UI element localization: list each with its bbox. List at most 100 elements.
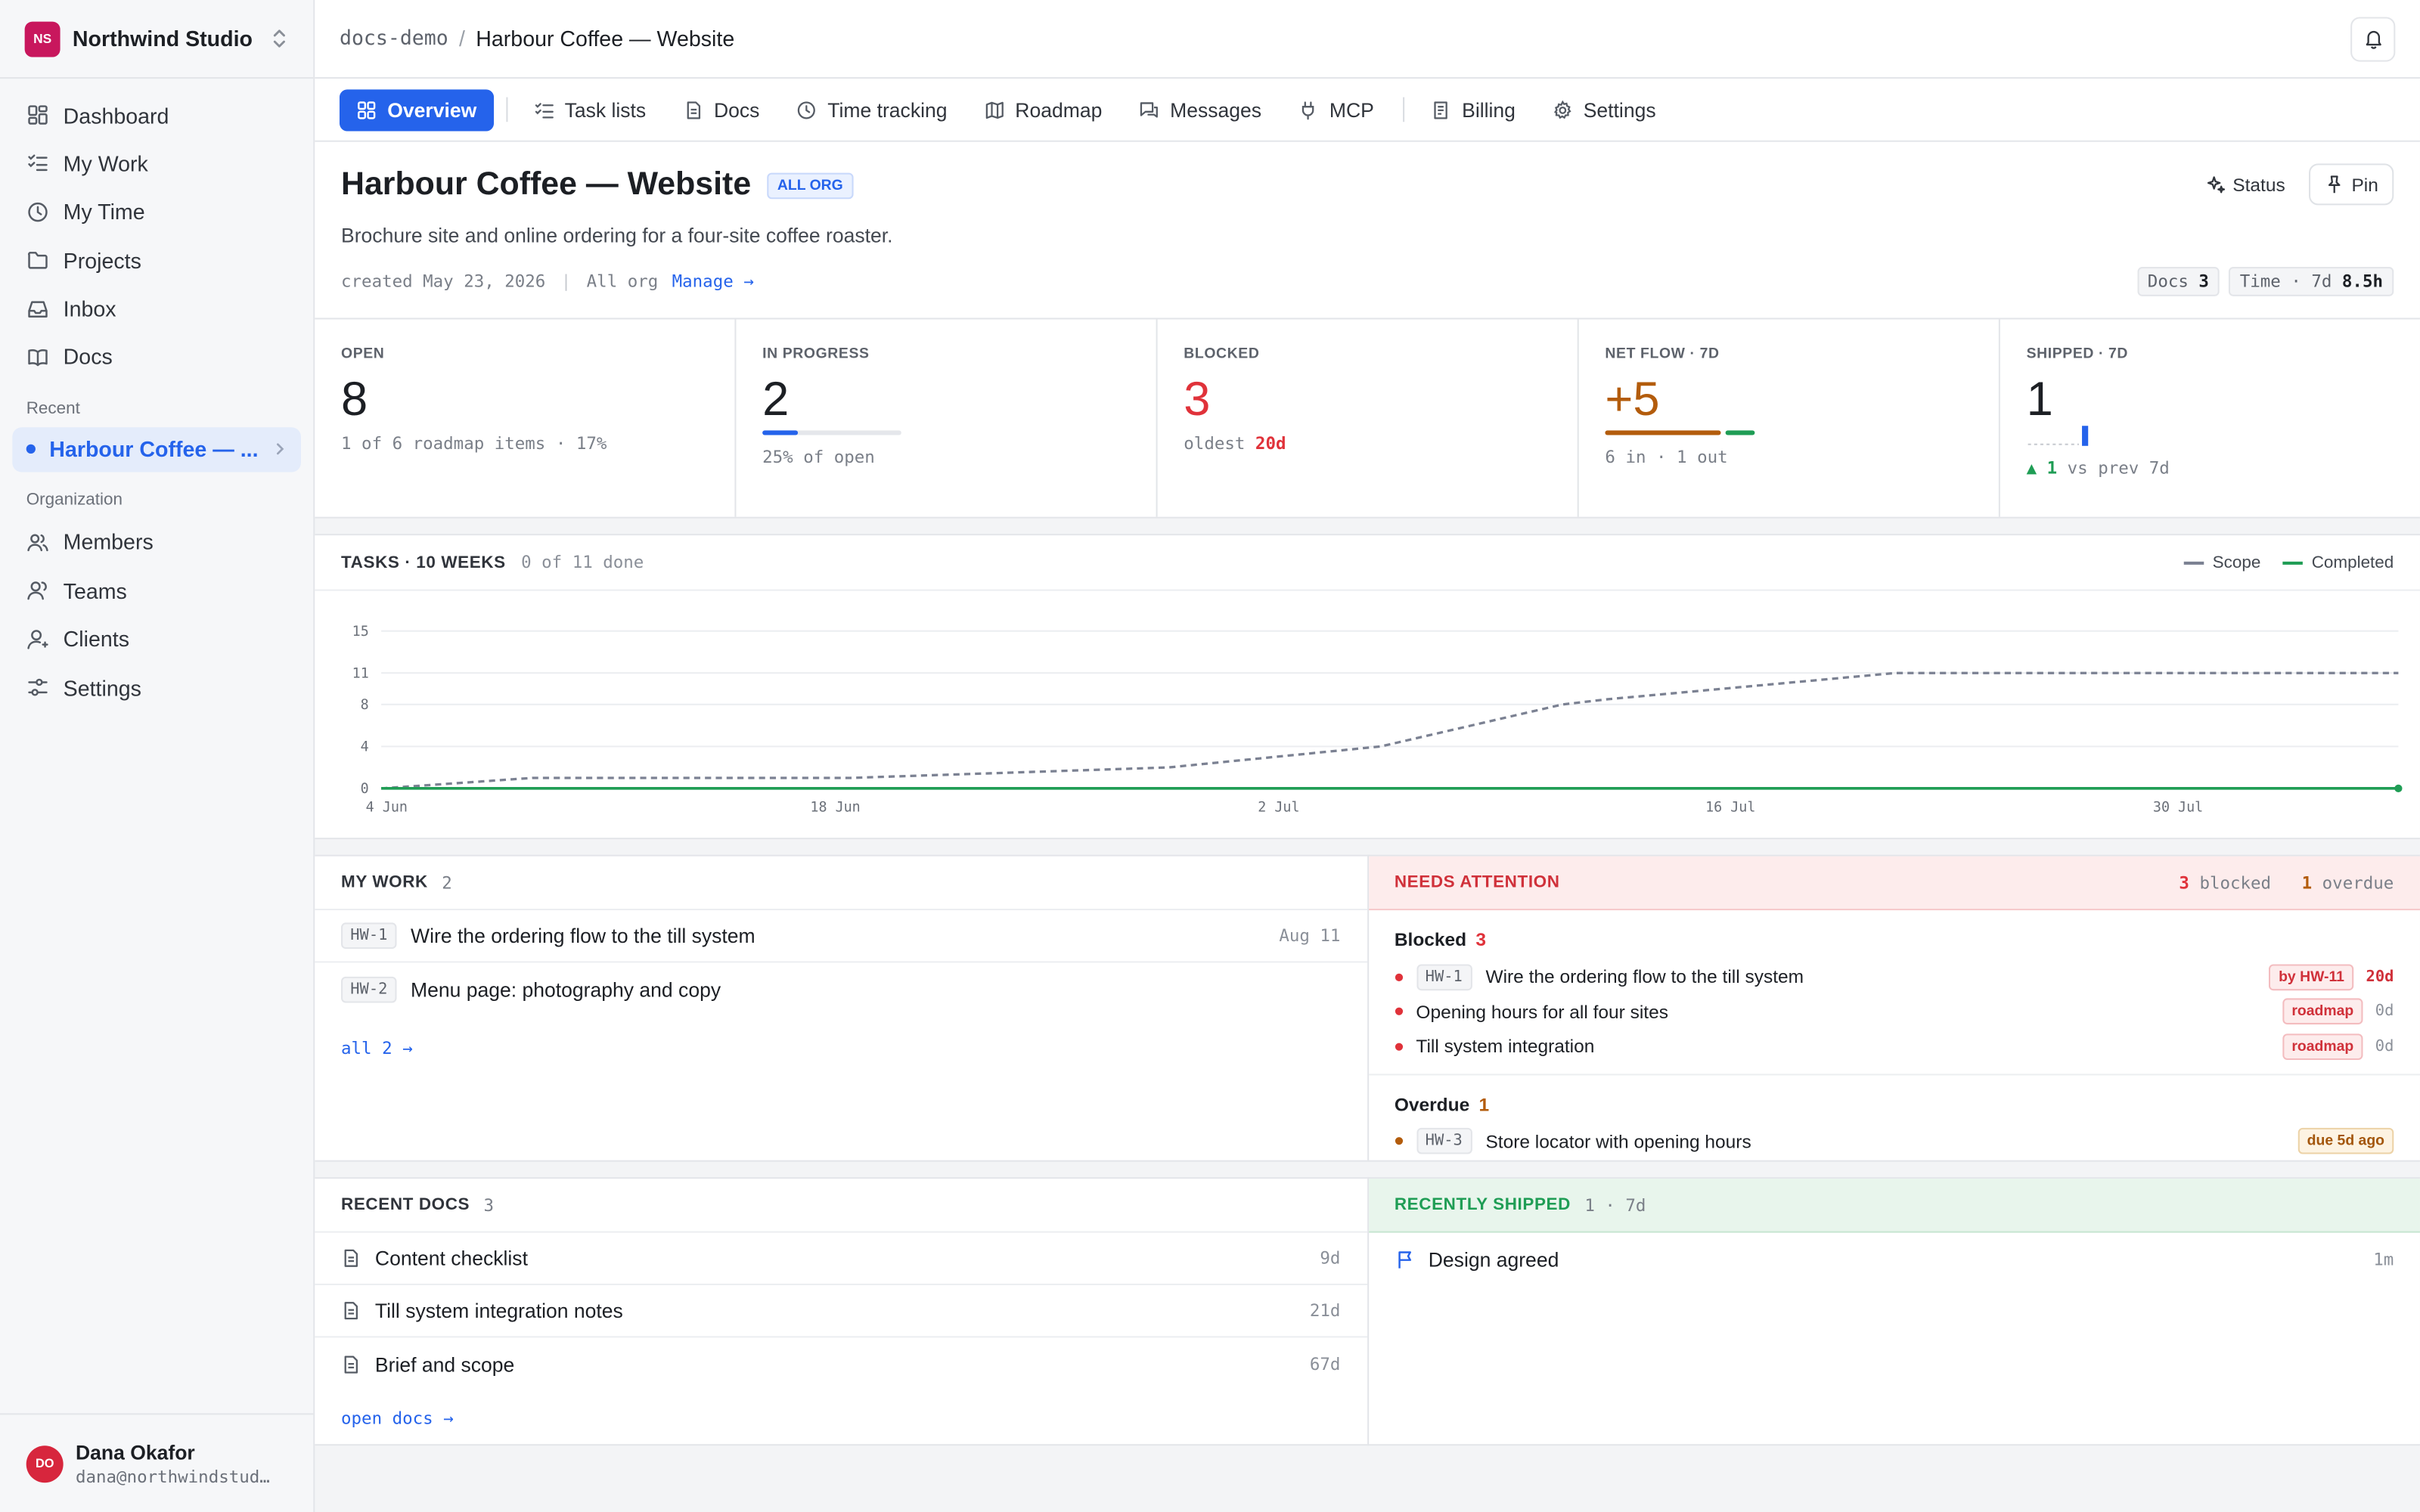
nav-clients[interactable]: Clients [12, 615, 301, 663]
tab-roadmap[interactable]: Roadmap [967, 88, 1119, 130]
doc-title: Till system integration notes [374, 1299, 623, 1322]
pin-label: Pin [2351, 173, 2378, 196]
x-tick-label: 30 Jul [2153, 799, 2203, 815]
nav-my-time[interactable]: My Time [12, 188, 301, 236]
nav-docs[interactable]: Docs [12, 333, 301, 381]
stat-shipped[interactable]: SHIPPED · 7D 1 ▲ 1 vs prev 7d [2000, 319, 2420, 516]
group-count: 1 [1478, 1092, 1490, 1115]
panel-count: 1 · 7d [1584, 1194, 1646, 1216]
tab-task-lists[interactable]: Task lists [517, 88, 662, 130]
project-header: Harbour Coffee — Website ALL ORG Brochur… [315, 141, 2420, 320]
flow-in-bar [1605, 430, 1721, 435]
doc-title: Brief and scope [374, 1352, 515, 1376]
tab-label: Time tracking [827, 98, 948, 122]
task-key: HW-2 [341, 975, 397, 1002]
stats-strip: OPEN 8 1 of 6 roadmap items · 17% IN PRO… [315, 319, 2420, 519]
stat-label: IN PROGRESS [762, 345, 870, 363]
y-tick-label: 11 [352, 665, 369, 681]
stat-net-flow[interactable]: NET FLOW · 7D +5 6 in · 1 out [1579, 319, 2000, 517]
nav-teams[interactable]: Teams [12, 567, 301, 615]
nav-dashboard[interactable]: Dashboard [12, 91, 301, 138]
shipped-item[interactable]: Design agreed 1m [1368, 1233, 2420, 1285]
user-account[interactable]: DO Dana Okafor dana@northwindstud… [0, 1413, 314, 1512]
tab-messages[interactable]: Messages [1122, 88, 1279, 130]
needs-attention-panel: NEEDS ATTENTION 3 blocked 1 overdue Bloc… [1367, 854, 2420, 1162]
status-button[interactable]: Status [2191, 163, 2299, 205]
blocked-item[interactable]: Till system integration roadmap 0d [1394, 1029, 2394, 1064]
chart-title: TASKS · 10 WEEKS [341, 553, 506, 572]
stat-in-progress[interactable]: IN PROGRESS 2 25% of open [736, 319, 1158, 517]
tab-billing[interactable]: Billing [1414, 88, 1533, 130]
time-chip-value: 8.5h [2341, 271, 2383, 292]
docs-chip-value: 3 [2198, 271, 2209, 292]
grid-icon [358, 101, 376, 119]
time-chip: Time · 7d 8.5h [2229, 267, 2394, 296]
nav-label: Docs [63, 345, 113, 370]
avatar: DO [26, 1445, 64, 1483]
legend-scope: Scope [2212, 553, 2261, 572]
nav-my-work[interactable]: My Work [12, 139, 301, 187]
meta-divider: | [560, 271, 572, 292]
tab-settings[interactable]: Settings [1535, 88, 1673, 130]
y-tick-label: 15 [352, 624, 369, 640]
sliders-icon [28, 679, 48, 696]
stat-blocked[interactable]: BLOCKED 3 oldest 20d [1158, 319, 1579, 517]
task-title: Store locator with opening hours [1485, 1130, 1751, 1152]
tab-overview[interactable]: Overview [339, 88, 494, 131]
client-icon [27, 629, 48, 649]
x-tick-label: 4 Jun [366, 799, 408, 815]
blocked-by-tag[interactable]: by HW-11 [2269, 963, 2354, 990]
y-tick-label: 0 [361, 781, 369, 797]
document-icon [344, 1249, 358, 1267]
manage-link[interactable]: Manage → [672, 271, 754, 292]
task-title: Menu page: photography and copy [411, 977, 721, 1001]
breadcrumb-workspace[interactable]: docs-demo [340, 27, 448, 51]
folder-icon [28, 252, 48, 269]
doc-item[interactable]: Till system integration notes 21d [315, 1285, 1367, 1338]
blocked-item[interactable]: HW-1 Wire the ordering flow to the till … [1394, 959, 2394, 994]
stat-open[interactable]: OPEN 8 1 of 6 roadmap items · 17% [315, 319, 737, 517]
stat-sub: oldest 20d [1184, 433, 1551, 454]
nav-inbox[interactable]: Inbox [12, 285, 301, 333]
tab-docs[interactable]: Docs [666, 88, 777, 130]
panel-count: 3 [483, 1194, 495, 1216]
pin-button[interactable]: Pin [2308, 163, 2394, 206]
nav-label: Settings [63, 675, 141, 700]
doc-item[interactable]: Brief and scope 67d [315, 1337, 1367, 1390]
nav-projects[interactable]: Projects [12, 237, 301, 284]
list-item[interactable]: HW-1 Wire the ordering flow to the till … [315, 910, 1367, 963]
nav-members[interactable]: Members [12, 519, 301, 566]
overdue-item[interactable]: HW-3 Store locator with opening hours du… [1394, 1124, 2394, 1159]
blocked-item[interactable]: Opening hours for all four sites roadmap… [1394, 994, 2394, 1029]
recent-project-item[interactable]: Harbour Coffee — ... [12, 427, 301, 472]
all-my-work-link[interactable]: all 2 → [315, 1038, 1367, 1058]
sparkle-icon [2207, 176, 2225, 194]
x-tick-label: 2 Jul [1258, 799, 1299, 815]
notifications-button[interactable] [2350, 16, 2396, 61]
breadcrumb-separator: / [459, 26, 465, 51]
nav-label: Clients [63, 627, 130, 652]
chart-subtitle: 0 of 11 done [521, 552, 644, 573]
doc-item[interactable]: Content checklist 9d [315, 1233, 1367, 1285]
list-item[interactable]: HW-2 Menu page: photography and copy [315, 962, 1367, 1015]
org-switcher[interactable]: NS Northwind Studio [0, 0, 314, 79]
task-key: HW-1 [1416, 963, 1472, 990]
flow-out-bar [1725, 430, 1754, 435]
nav-label: My Work [63, 150, 148, 176]
nav-label: My Time [63, 199, 145, 225]
tab-mcp[interactable]: MCP [1282, 88, 1392, 130]
organization-label: Organization [26, 490, 123, 510]
map-icon [985, 101, 1004, 119]
open-docs-link[interactable]: open docs → [315, 1408, 1367, 1429]
tasks-line-chart: 0 4 8 11 15 4 Jun 18 Jun 2 Jul 16 Jul 30 Jul [352, 624, 2403, 815]
oldest-value: 20d [1255, 433, 1286, 454]
stat-value: 1 [2026, 371, 2053, 426]
clock-icon [798, 101, 816, 119]
tab-time-tracking[interactable]: Time tracking [780, 88, 964, 130]
task-key: HW-3 [1416, 1128, 1472, 1155]
doc-age: 9d [1320, 1248, 1341, 1269]
team-icon [27, 581, 47, 601]
task-key: HW-1 [341, 922, 397, 950]
nav-settings[interactable]: Settings [12, 664, 301, 711]
series-line-scope [380, 671, 2399, 790]
